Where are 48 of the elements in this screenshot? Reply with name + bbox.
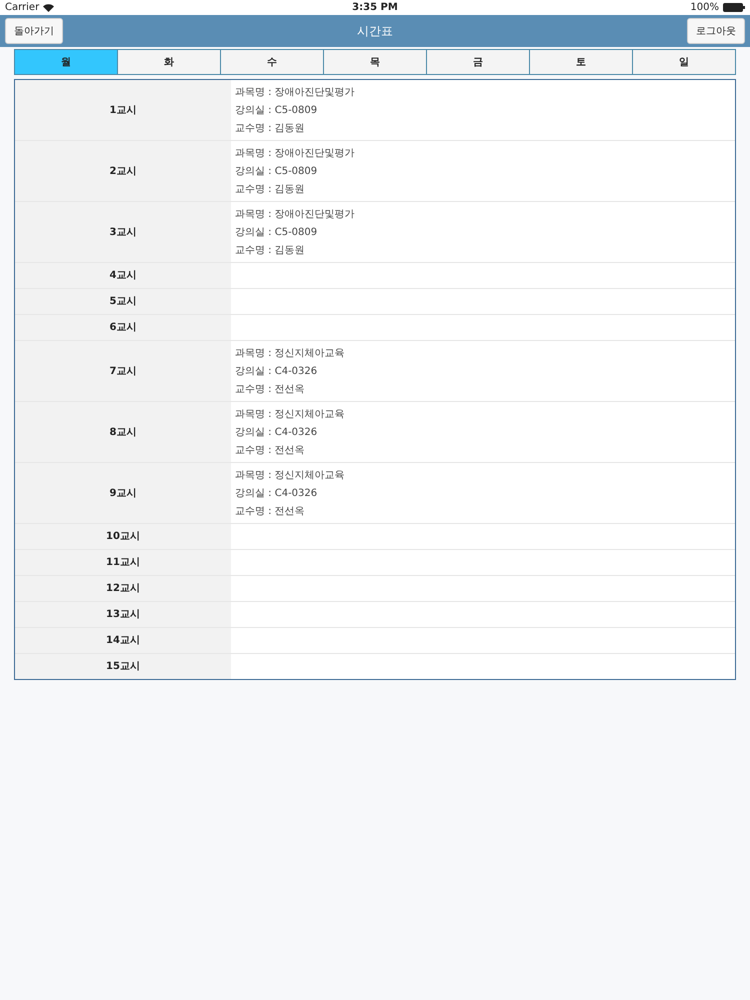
period-cell: 1교시	[15, 80, 231, 140]
day-tab[interactable]: 월	[15, 50, 118, 74]
class-info-text: 과목명 : 정신지체아교육	[235, 408, 345, 422]
class-info-text: 강의실 : C4-0326	[235, 426, 318, 440]
battery-percent: 100%	[690, 1, 719, 15]
class-info-text: 과목명 : 장애아진단및평가	[235, 86, 355, 100]
class-info-text: 교수명 : 김동원	[235, 182, 306, 196]
class-info-text: 교수명 : 김동원	[235, 122, 306, 136]
day-tab[interactable]: 토	[530, 50, 633, 74]
class-info-text: 과목명 : 장애아진단및평가	[235, 146, 355, 160]
class-info-text: 강의실 : C5-0809	[235, 164, 318, 178]
class-info-text: 교수명 : 전선옥	[235, 382, 306, 396]
carrier-label: Carrier	[5, 1, 40, 15]
class-info-text: 교수명 : 전선옥	[235, 444, 306, 458]
wifi-icon	[43, 4, 54, 12]
day-tab[interactable]: 화	[118, 50, 221, 74]
period-cell: 9교시	[15, 463, 231, 523]
period-cell: 13교시	[15, 602, 231, 627]
class-info-text: 과목명 : 장애아진단및평가	[235, 208, 355, 222]
battery-icon	[722, 3, 745, 12]
period-cell: 6교시	[15, 315, 231, 340]
period-cell: 2교시	[15, 141, 231, 201]
day-tab[interactable]: 수	[221, 50, 324, 74]
day-tab[interactable]: 목	[324, 50, 427, 74]
class-info-text: 과목명 : 정신지체아교육	[235, 346, 345, 360]
period-cell: 7교시	[15, 341, 231, 401]
logout-button[interactable]: 로그아웃	[687, 18, 745, 44]
period-cell: 15교시	[15, 654, 231, 679]
class-info-text: 과목명 : 정신지체아교육	[235, 468, 345, 482]
class-info-text: 강의실 : C4-0326	[235, 486, 318, 500]
period-cell: 14교시	[15, 628, 231, 653]
back-button[interactable]: 돌아가기	[5, 18, 63, 44]
class-info-text: 강의실 : C4-0326	[235, 364, 318, 378]
period-cell: 8교시	[15, 402, 231, 462]
period-cell: 11교시	[15, 550, 231, 575]
period-cell: 10교시	[15, 524, 231, 549]
clock-time: 3:35 PM	[352, 1, 398, 15]
page-title: 시간표	[357, 23, 393, 40]
class-info-text: 강의실 : C5-0809	[235, 104, 318, 118]
period-cell: 12교시	[15, 576, 231, 601]
class-info-text: 교수명 : 전선옥	[235, 504, 306, 518]
period-cell: 3교시	[15, 202, 231, 262]
period-cell: 5교시	[15, 289, 231, 314]
day-tab[interactable]: 금	[427, 50, 530, 74]
class-info-text: 강의실 : C5-0809	[235, 226, 318, 240]
period-cell: 4교시	[15, 263, 231, 288]
day-tab[interactable]: 일	[633, 50, 735, 74]
class-info-text: 교수명 : 김동원	[235, 244, 306, 258]
